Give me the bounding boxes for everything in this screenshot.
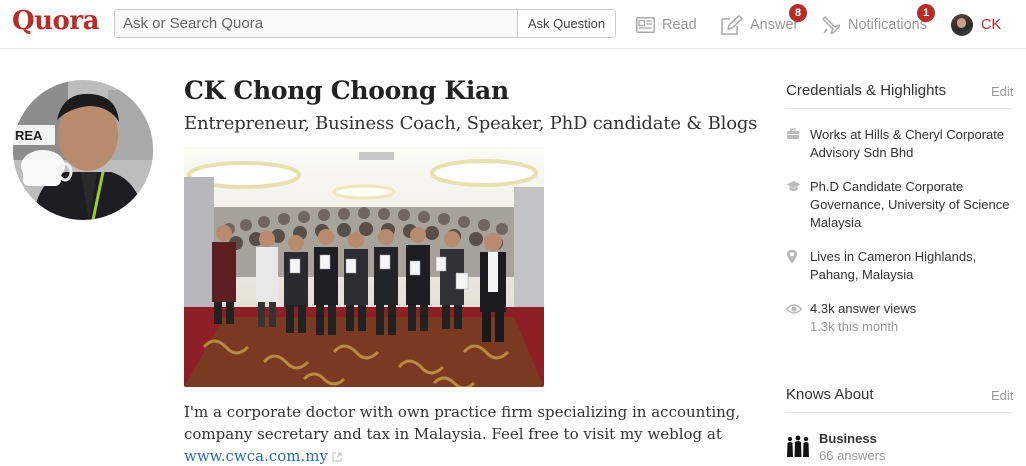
briefcase-icon	[786, 126, 810, 162]
pencil-icon	[721, 14, 743, 35]
credential-item-views[interactable]: 4.3k answer views 1.3k this month	[785, 300, 1016, 336]
nav-notifications[interactable]: Notifications	[822, 0, 927, 49]
bio-text: I'm a corporate doctor with own practice…	[184, 403, 741, 443]
external-link-icon	[332, 446, 342, 466]
topic-name[interactable]: Business	[819, 430, 885, 447]
graduation-cap-icon	[786, 178, 810, 232]
bio-website-link[interactable]: www.cwca.com.my	[184, 447, 328, 465]
search-input[interactable]	[115, 10, 518, 37]
credential-item-work[interactable]: Works at Hills & Cheryl Corporate Adviso…	[786, 126, 1016, 162]
location-pin-icon	[786, 248, 810, 284]
quora-logo[interactable]: Quora	[12, 6, 99, 36]
credentials-divider	[786, 108, 1013, 109]
credential-text: Lives in Cameron Highlands, Pahang, Mala…	[810, 249, 977, 282]
credential-item-education[interactable]: Ph.D Candidate Corporate Governance, Uni…	[786, 178, 1016, 232]
search-box	[114, 9, 518, 38]
credential-text: Works at Hills & Cheryl Corporate Adviso…	[810, 127, 1005, 160]
top-header: Quora Ask Question Read Answer 8	[0, 0, 1026, 49]
svg-text:REA: REA	[15, 128, 43, 143]
profile-photo[interactable]: REA	[13, 80, 153, 220]
nav-profile-label: CK	[981, 16, 1002, 33]
credential-subtext: 1.3k this month	[810, 319, 899, 334]
nav-notifications-label: Notifications	[848, 16, 927, 33]
credential-item-location[interactable]: Lives in Cameron Highlands, Pahang, Mala…	[786, 248, 1016, 284]
profile-header-photo	[184, 147, 544, 387]
knows-about-heading: Knows About	[786, 386, 874, 403]
credentials-heading: Credentials & Highlights	[786, 82, 947, 99]
read-icon	[636, 16, 655, 33]
topic-item-business[interactable]: Business 66 answers	[786, 430, 885, 465]
nav-profile[interactable]: CK	[951, 0, 1001, 49]
profile-tagline[interactable]: Entrepreneur, Business Coach, Speaker, P…	[184, 113, 757, 134]
ask-question-button[interactable]: Ask Question	[517, 9, 616, 38]
credential-text: 4.3k answer views	[810, 301, 917, 316]
topic-answer-count: 66 answers	[819, 448, 886, 463]
user-avatar	[951, 13, 973, 36]
bell-icon	[822, 15, 841, 35]
topic-thumbnail	[786, 433, 810, 457]
notifications-count-badge: 1	[917, 4, 935, 22]
profile-name: CK Chong Choong Kian	[184, 76, 509, 105]
credentials-edit-link[interactable]: Edit	[991, 84, 1013, 99]
knows-about-edit-link[interactable]: Edit	[991, 388, 1013, 403]
nav-read-label: Read	[662, 16, 697, 33]
knows-about-divider	[786, 412, 1013, 413]
profile-bio: I'm a corporate doctor with own practice…	[184, 401, 744, 466]
credential-text: Ph.D Candidate Corporate Governance, Uni…	[810, 179, 1010, 230]
nav-answer[interactable]: Answer	[721, 0, 798, 49]
nav-read[interactable]: Read	[636, 0, 697, 49]
eye-icon	[785, 300, 810, 336]
answer-count-badge: 8	[789, 4, 807, 22]
